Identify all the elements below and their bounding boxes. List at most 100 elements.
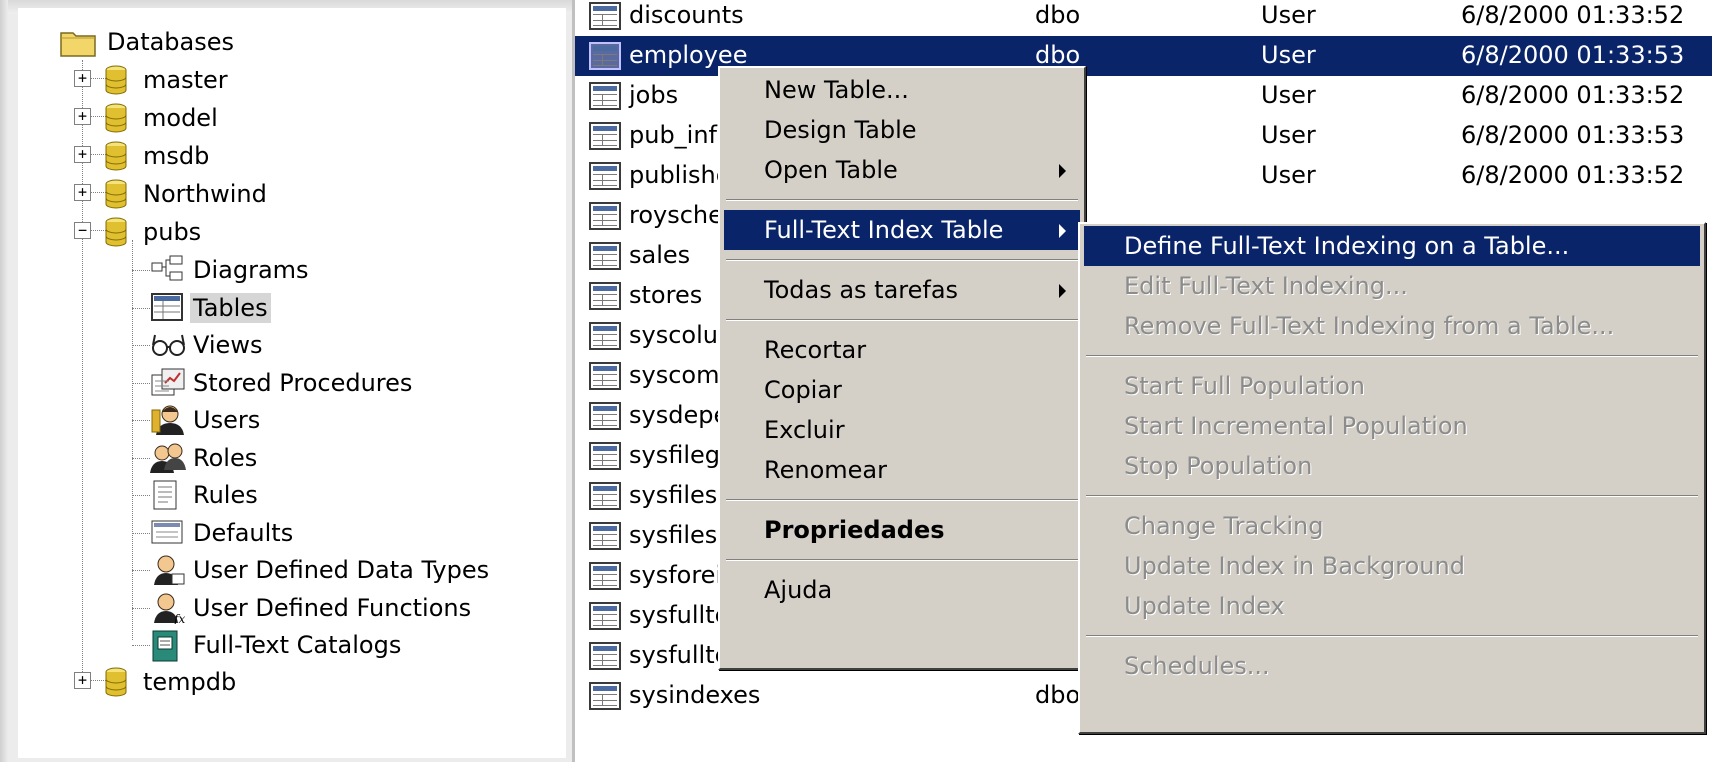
tree-item-label: User Defined Functions [193,593,472,622]
tree-item-rules[interactable]: Rules [150,475,261,515]
table-created: 6/8/2000 01:33:53 [1461,41,1685,69]
table-icon [589,482,621,510]
table-owner: dbo [1035,41,1081,69]
submenu-arrow-icon [1059,164,1066,178]
menu-item-stop-population: Stop Population [1084,446,1700,486]
tree-item-views[interactable]: Views [150,325,265,365]
tree-item-label: User Defined Data Types [193,556,490,584]
table-icon [589,642,621,670]
context-menu: New Table... Design Table Open Table Full-T… [718,66,1086,670]
tree-item-model[interactable]: model [104,98,221,138]
collapse-button[interactable]: − [74,222,91,239]
tree-item-label: Full-Text Catalogs [193,631,402,659]
defaults-icon [150,517,190,549]
table-row[interactable]: discounts dbo User 6/8/2000 01:33:52 [575,0,1712,36]
submenu-arrow-icon [1059,284,1066,298]
table-icon [589,362,621,390]
menu-item-label: Todas as tarefas [764,276,959,304]
tree-item-user-defined-functions[interactable]: fx User Defined Functions [150,588,474,628]
tree-item-label: Defaults [193,518,294,547]
menu-item-label: Recortar [764,336,867,364]
table-name: pub_info [629,121,732,149]
tree-item-stored-procedures[interactable]: Stored Procedures [150,363,415,403]
menu-item-copiar[interactable]: Copiar [724,370,1080,410]
menu-item-renomear[interactable]: Renomear [724,450,1080,490]
menu-item-label: Excluir [764,416,845,444]
table-created: 6/8/2000 01:33:53 [1461,121,1685,149]
expand-button[interactable]: + [74,70,91,87]
tree-item-tempdb[interactable]: tempdb [104,662,239,702]
expand-button[interactable]: + [74,672,91,689]
table-icon [589,122,621,150]
table-name: sysfiles [629,481,718,509]
menu-item-open-table[interactable]: Open Table [724,150,1080,190]
menu-separator [1086,495,1698,497]
tree-item-users[interactable]: Users [150,400,263,440]
menu-item-recortar[interactable]: Recortar [724,330,1080,370]
menu-item-label: Stop Population [1124,452,1313,480]
menu-item-define-full-text-indexing-on-a-table[interactable]: Define Full-Text Indexing on a Table... [1084,226,1700,266]
tree-item-tables[interactable]: Tables [150,288,271,328]
tree-item-master[interactable]: master [104,60,231,100]
expand-button[interactable]: + [74,184,91,201]
roles-icon [150,442,190,474]
table-name: sales [629,241,691,269]
menu-item-label: Full-Text Index Table [764,216,1004,244]
tree-item-user-defined-data-types[interactable]: User Defined Data Types [150,550,492,590]
menu-item-new-table[interactable]: New Table... [724,70,1080,110]
menu-item-label: Define Full-Text Indexing on a Table... [1124,232,1570,260]
menu-item-schedules: Schedules... [1084,646,1700,686]
tree-item-pubs[interactable]: pubs [104,212,204,252]
tree-item-diagrams[interactable]: Diagrams [150,250,312,290]
database-icon [104,667,128,697]
table-icon [589,402,621,430]
table-icon [150,292,190,324]
menu-item-remove-full-text-indexing-from-a-table: Remove Full-Text Indexing from a Table..… [1084,306,1700,346]
tree-item-label: Databases [107,28,235,56]
menu-item-todas-as-tarefas[interactable]: Todas as tarefas [724,270,1080,310]
menu-separator [1086,355,1698,357]
expand-button[interactable]: + [74,108,91,125]
menu-item-excluir[interactable]: Excluir [724,410,1080,450]
menu-item-propriedades[interactable]: Propriedades [724,510,1080,550]
fulltext-submenu: Define Full-Text Indexing on a Table... E… [1078,222,1706,734]
menu-item-label: Ajuda [764,576,833,604]
tree-item-label: Northwind [143,180,267,208]
table-icon [589,42,621,70]
tree-item-msdb[interactable]: msdb [104,136,212,176]
database-icon [104,65,128,95]
menu-item-design-table[interactable]: Design Table [724,110,1080,150]
menu-item-label: Copiar [764,376,842,404]
table-icon [589,282,621,310]
tree-item-defaults[interactable]: Defaults [150,513,296,553]
user-data-type-icon [150,554,190,586]
table-icon [589,202,621,230]
table-icon [589,602,621,630]
menu-item-label: Change Tracking [1124,512,1324,540]
tree-item-databases[interactable]: Databases [60,22,237,62]
rules-icon [150,479,190,511]
table-name: sysindexes [629,681,761,709]
tree-item-full-text-catalogs[interactable]: Full-Text Catalogs [150,625,404,665]
menu-item-ajuda[interactable]: Ajuda [724,570,1080,610]
menu-item-label: Propriedades [764,516,945,544]
menu-item-edit-full-text-indexing: Edit Full-Text Indexing... [1084,266,1700,306]
tree-item-roles[interactable]: Roles [150,438,260,478]
table-name: jobs [629,81,679,109]
tree-item-label: Rules [193,481,258,509]
menu-item-full-text-index-table[interactable]: Full-Text Index Table [724,210,1080,250]
table-icon [589,442,621,470]
table-name: sysfiles1 [629,521,733,549]
tree-item-label: master [143,66,228,94]
tree-item-northwind[interactable]: Northwind [104,174,270,214]
svg-text:fx: fx [173,612,185,624]
menu-item-label: Open Table [764,156,898,184]
menu-item-label: Start Full Population [1124,372,1366,400]
tree-item-label: Diagrams [193,256,309,284]
menu-separator [726,259,1078,261]
tree-item-label: model [143,104,218,132]
expand-button[interactable]: + [74,146,91,163]
table-icon [589,82,621,110]
menu-separator [726,319,1078,321]
table-icon [589,242,621,270]
